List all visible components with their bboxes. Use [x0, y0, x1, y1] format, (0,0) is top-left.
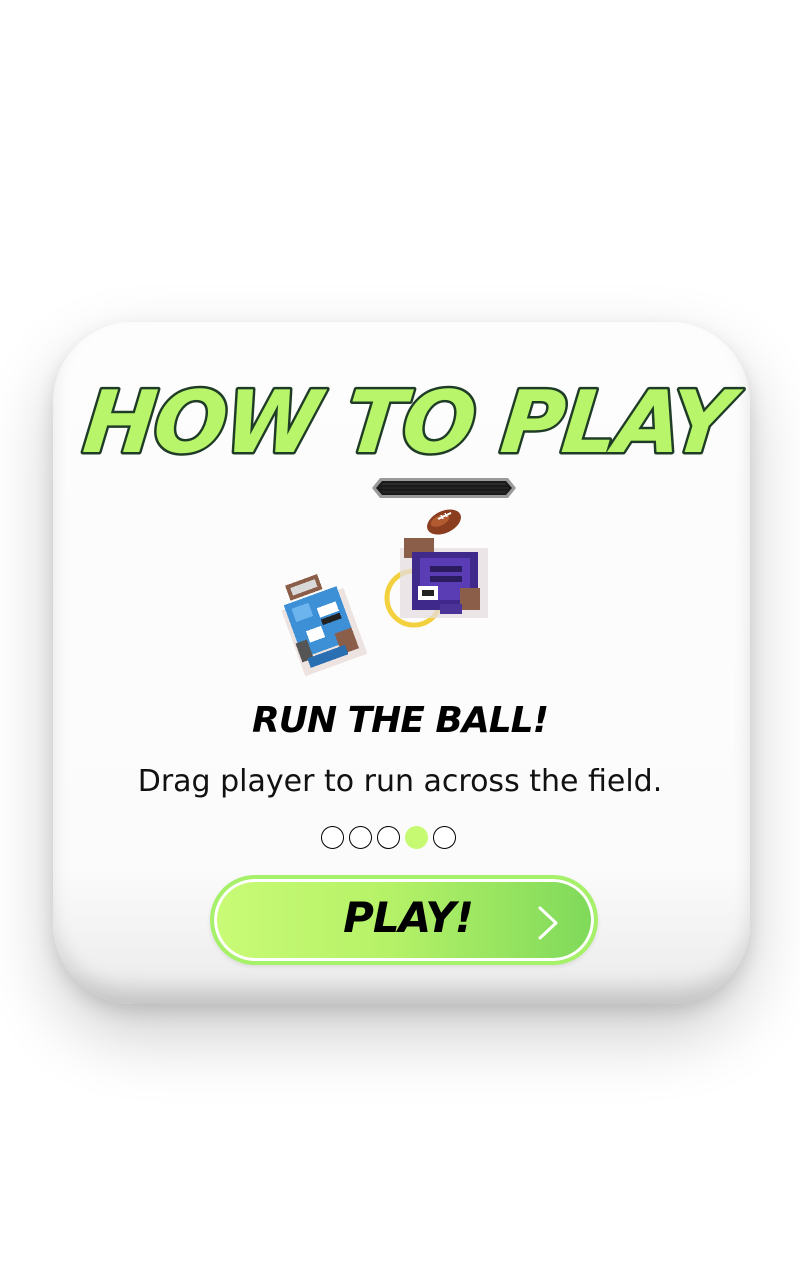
play-button[interactable]: PLAY! [210, 875, 598, 965]
blue-player-icon [281, 574, 368, 677]
page-dot-3[interactable] [377, 826, 400, 849]
chevron-right-icon [538, 906, 558, 940]
step-title: RUN THE BALL! [251, 700, 549, 741]
dialog-title: HOW TO PLAY [77, 371, 748, 476]
title-underline-bar [372, 478, 516, 498]
football-icon [427, 509, 461, 535]
dialog-title-outline: HOW TO PLAY [79, 373, 745, 473]
run-the-ball-illustration [281, 509, 488, 677]
page-dot-5[interactable] [433, 826, 456, 849]
page-dot-2[interactable] [349, 826, 372, 849]
pagination-dots [321, 826, 456, 852]
purple-player-icon [400, 538, 488, 618]
page-dot-4-active[interactable] [405, 826, 428, 849]
step-description: Drag player to run across the field. [137, 764, 663, 799]
page-dot-1[interactable] [321, 826, 344, 849]
